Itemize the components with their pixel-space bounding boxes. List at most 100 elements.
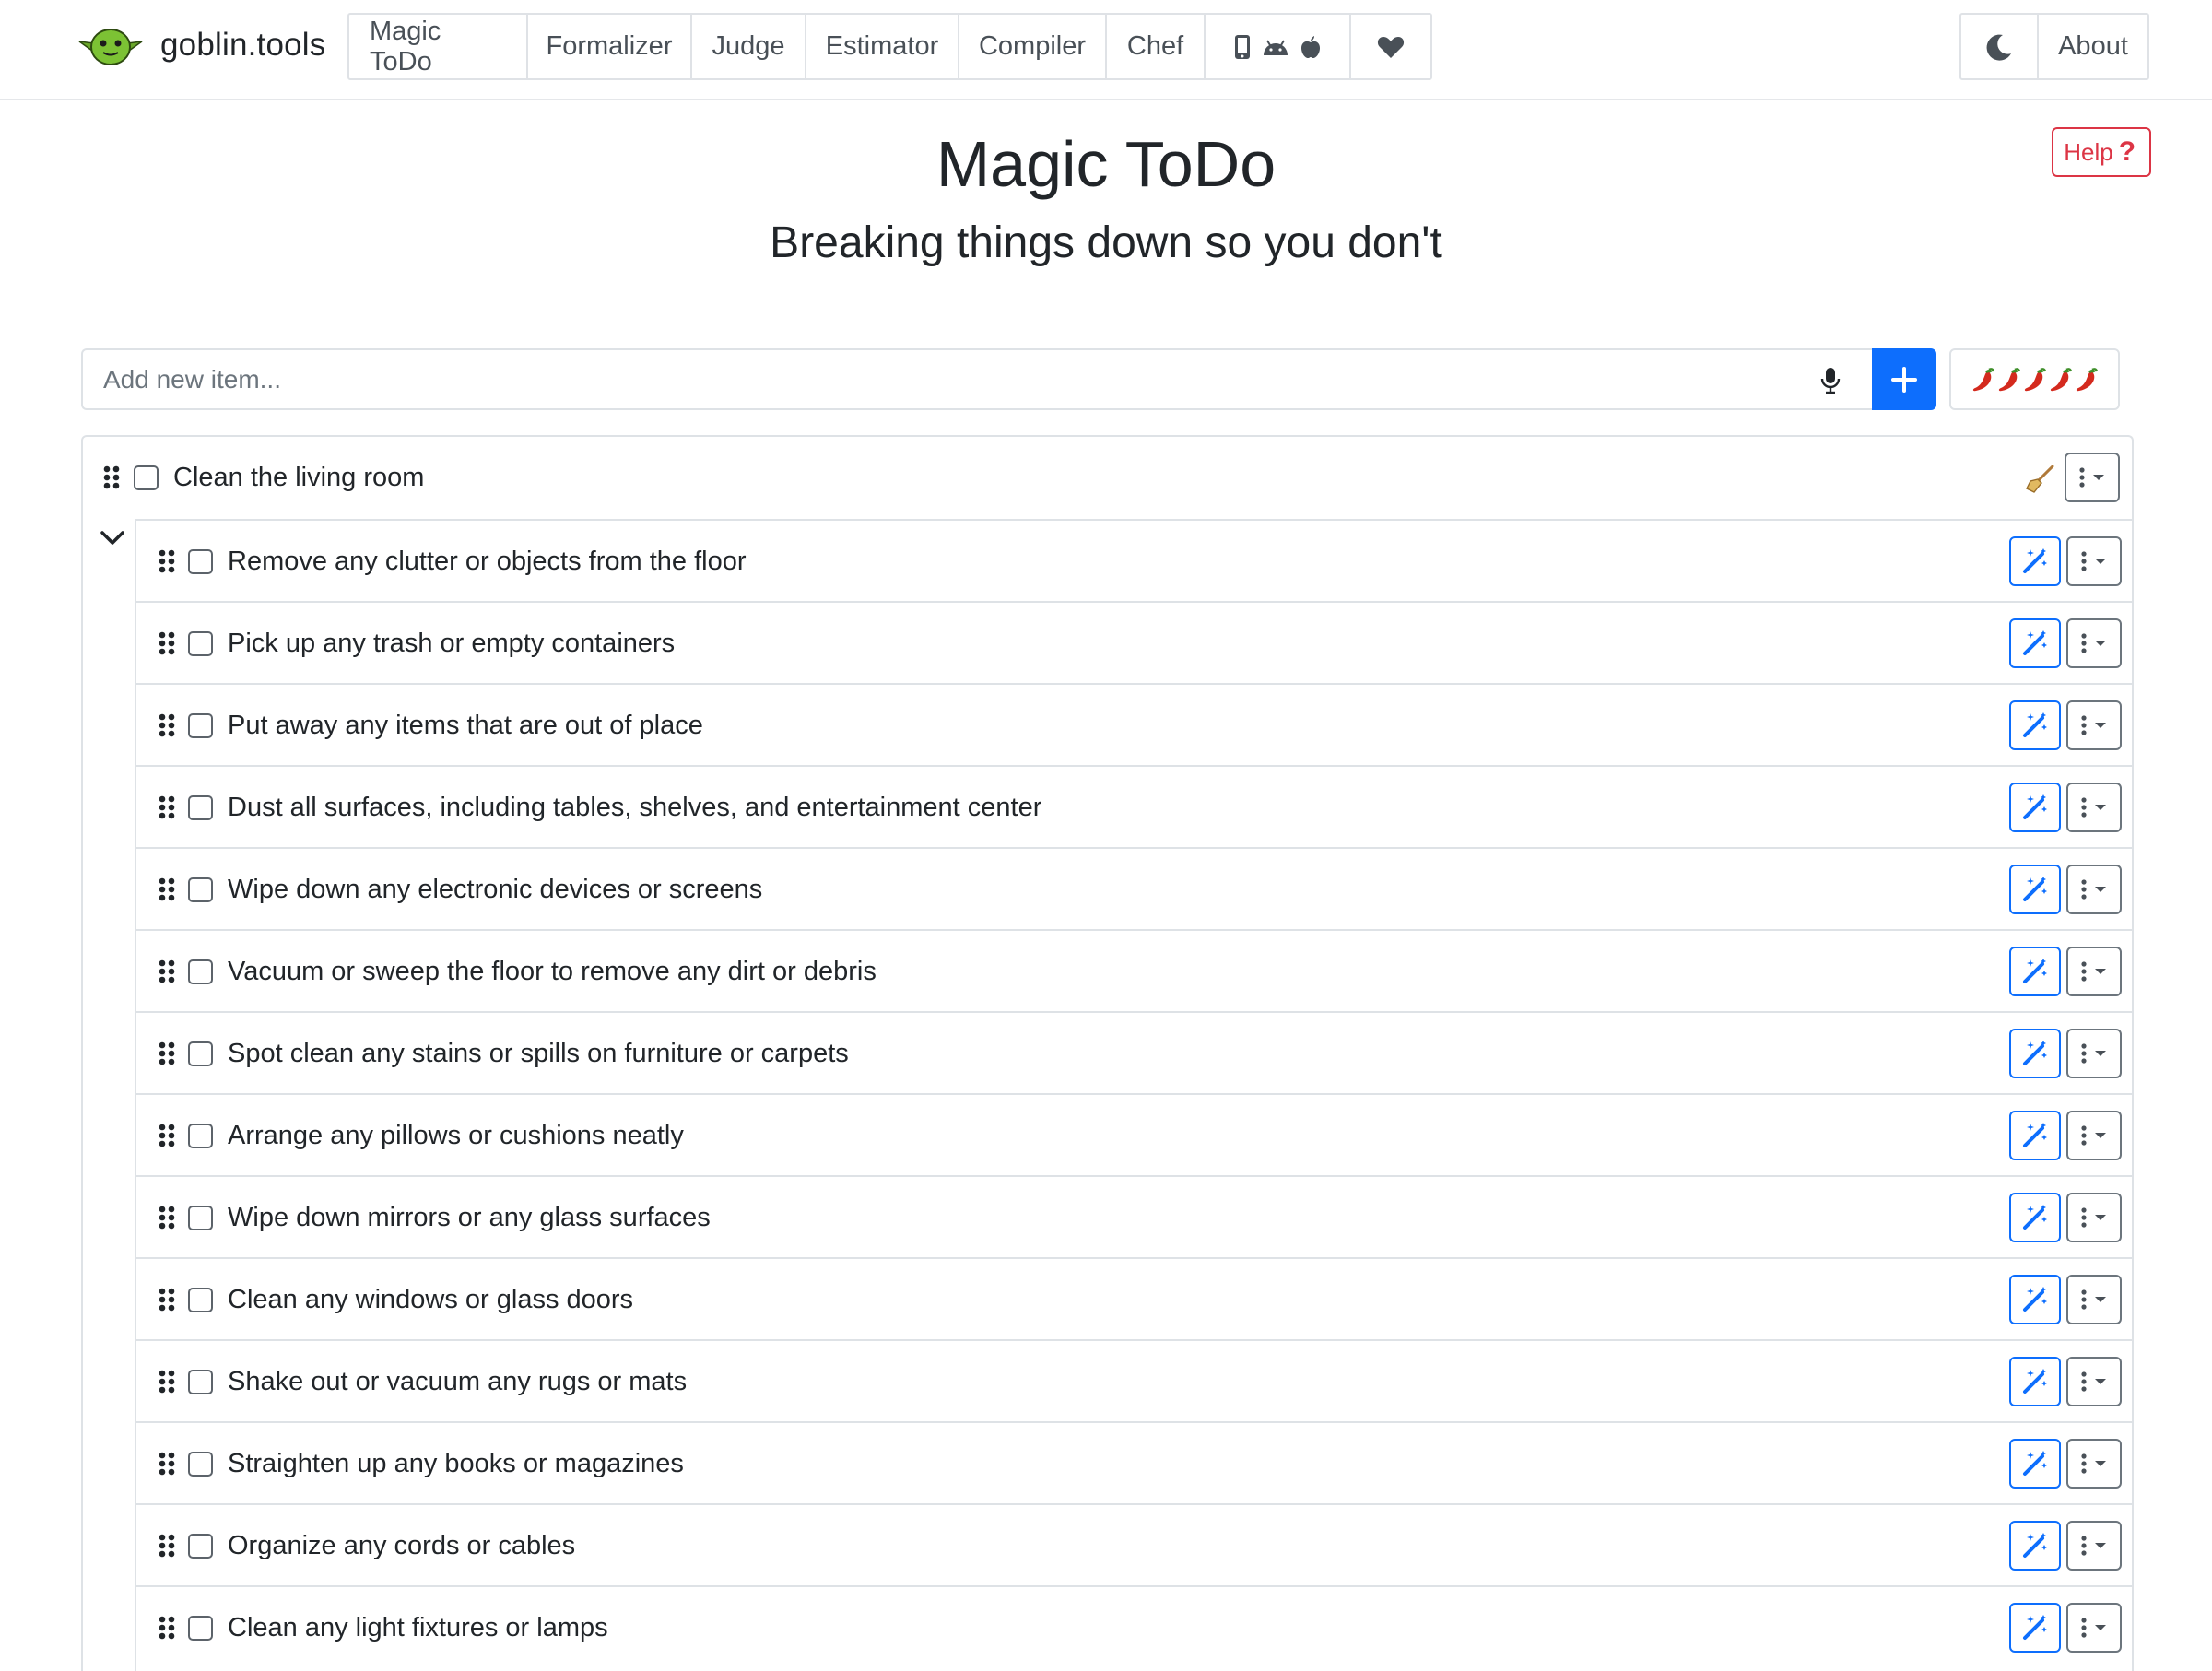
magic-breakdown-button[interactable] — [2009, 865, 2061, 914]
brand-name: goblin.tools — [160, 27, 326, 63]
magic-breakdown-button[interactable] — [2009, 618, 2061, 668]
nav-support[interactable] — [1351, 15, 1430, 78]
subtask-checkbox[interactable] — [188, 1616, 213, 1641]
magic-breakdown-button[interactable] — [2009, 947, 2061, 996]
drag-handle-icon[interactable] — [159, 1206, 175, 1230]
more-vertical-icon — [2081, 1043, 2106, 1064]
subtask-checkbox[interactable] — [188, 959, 213, 984]
subtask-checkbox[interactable] — [188, 1041, 213, 1066]
add-item-button[interactable] — [1872, 348, 1936, 410]
spiciness-button[interactable] — [1949, 348, 2120, 410]
drag-handle-icon[interactable] — [159, 1616, 175, 1640]
tools-nav: Magic ToDo Formalizer Judge Estimator Co… — [347, 13, 1432, 80]
drag-handle-icon[interactable] — [159, 1370, 175, 1394]
magic-wand-icon — [2023, 1041, 2047, 1065]
subtask-row: Clean any light fixtures or lamps — [136, 1585, 2134, 1667]
subtask-label: Arrange any pillows or cushions neatly — [228, 1121, 684, 1150]
magic-wand-icon — [2023, 630, 2047, 655]
drag-handle-icon[interactable] — [159, 713, 175, 737]
microphone-icon[interactable] — [1820, 367, 1841, 394]
magic-breakdown-button[interactable] — [2009, 1111, 2061, 1160]
magic-breakdown-button[interactable] — [2009, 1275, 2061, 1324]
subtask-checkbox[interactable] — [188, 549, 213, 574]
subtask-options-dropdown[interactable] — [2066, 1439, 2122, 1489]
subtask-checkbox[interactable] — [188, 877, 213, 902]
drag-handle-icon[interactable] — [159, 1041, 175, 1065]
magic-breakdown-button[interactable] — [2009, 783, 2061, 832]
nav-formalizer[interactable]: Formalizer — [528, 15, 692, 78]
brand-link[interactable]: goblin.tools — [77, 23, 325, 67]
drag-handle-icon[interactable] — [159, 631, 175, 655]
subtask-options-dropdown[interactable] — [2066, 783, 2122, 832]
more-vertical-icon — [2081, 1207, 2106, 1228]
subtask-options-dropdown[interactable] — [2066, 1521, 2122, 1571]
chili-pepper-icon — [1998, 367, 2020, 391]
dark-mode-toggle[interactable] — [1961, 15, 2039, 78]
task-list: Clean the living room Remove any clutter… — [81, 435, 2134, 1671]
drag-handle-icon[interactable] — [159, 959, 175, 983]
subtask-checkbox[interactable] — [188, 631, 213, 656]
subtask-options-dropdown[interactable] — [2066, 1193, 2122, 1242]
page-subtitle: Breaking things down so you don't — [770, 218, 1442, 267]
magic-breakdown-button[interactable] — [2009, 1193, 2061, 1242]
subtask-options-dropdown[interactable] — [2066, 618, 2122, 668]
subtask-checkbox[interactable] — [188, 713, 213, 738]
drag-handle-icon[interactable] — [159, 1534, 175, 1558]
phone-icon — [1235, 34, 1250, 59]
subtask-options-dropdown[interactable] — [2066, 1111, 2122, 1160]
magic-wand-icon — [2023, 1451, 2047, 1476]
task-checkbox[interactable] — [134, 465, 159, 490]
drag-handle-icon[interactable] — [159, 877, 175, 901]
magic-wand-icon — [2023, 959, 2047, 983]
nav-estimator[interactable]: Estimator — [806, 15, 959, 78]
chili-pepper-icon — [2050, 367, 2072, 391]
subtask-label: Spot clean any stains or spills on furni… — [228, 1039, 849, 1068]
nav-apps[interactable] — [1206, 15, 1351, 78]
subtask-row: Spot clean any stains or spills on furni… — [136, 1011, 2134, 1093]
subtask-options-dropdown[interactable] — [2066, 700, 2122, 750]
new-item-input[interactable] — [81, 348, 1873, 410]
nav-magic-todo[interactable]: Magic ToDo — [349, 15, 528, 78]
drag-handle-icon[interactable] — [159, 549, 175, 573]
magic-wand-icon — [2023, 1205, 2047, 1230]
subtask-checkbox[interactable] — [188, 1452, 213, 1477]
drag-handle-icon[interactable] — [159, 1124, 175, 1147]
magic-breakdown-button[interactable] — [2009, 1603, 2061, 1653]
subtask-options-dropdown[interactable] — [2066, 536, 2122, 586]
nav-judge[interactable]: Judge — [692, 15, 806, 78]
subtask-options-dropdown[interactable] — [2066, 1029, 2122, 1078]
magic-wand-icon — [2023, 1287, 2047, 1312]
subtask-row: Wipe down any electronic devices or scre… — [136, 847, 2134, 929]
drag-handle-icon[interactable] — [159, 795, 175, 819]
subtask-checkbox[interactable] — [188, 795, 213, 820]
nav-chef[interactable]: Chef — [1107, 15, 1206, 78]
more-vertical-icon — [2081, 961, 2106, 982]
drag-handle-icon[interactable] — [103, 465, 120, 489]
subtask-options-dropdown[interactable] — [2066, 1357, 2122, 1406]
subtask-checkbox[interactable] — [188, 1534, 213, 1559]
subtask-options-dropdown[interactable] — [2066, 865, 2122, 914]
drag-handle-icon[interactable] — [159, 1288, 175, 1312]
nav-compiler[interactable]: Compiler — [959, 15, 1107, 78]
subtask-checkbox[interactable] — [188, 1370, 213, 1394]
magic-breakdown-button[interactable] — [2009, 1439, 2061, 1489]
drag-handle-icon[interactable] — [159, 1452, 175, 1476]
subtask-checkbox[interactable] — [188, 1288, 213, 1312]
subtask-row: Dust all surfaces, including tables, she… — [136, 765, 2134, 847]
subtask-options-dropdown[interactable] — [2066, 1603, 2122, 1653]
magic-breakdown-button[interactable] — [2009, 1029, 2061, 1078]
nav-about[interactable]: About — [2039, 15, 2147, 78]
magic-breakdown-button[interactable] — [2009, 536, 2061, 586]
subtask-checkbox[interactable] — [188, 1124, 213, 1148]
subtask-label: Put away any items that are out of place — [228, 711, 703, 740]
subtask-checkbox[interactable] — [188, 1206, 213, 1230]
task-options-dropdown[interactable] — [2065, 453, 2120, 502]
magic-breakdown-button[interactable] — [2009, 700, 2061, 750]
subtask-options-dropdown[interactable] — [2066, 1275, 2122, 1324]
magic-breakdown-button[interactable] — [2009, 1357, 2061, 1406]
magic-breakdown-button[interactable] — [2009, 1521, 2061, 1571]
subtask-options-dropdown[interactable] — [2066, 947, 2122, 996]
subtask-row: Organize any cords or cables — [136, 1503, 2134, 1585]
chevron-down-icon[interactable] — [100, 529, 125, 547]
chili-pepper-icon — [2024, 367, 2046, 391]
